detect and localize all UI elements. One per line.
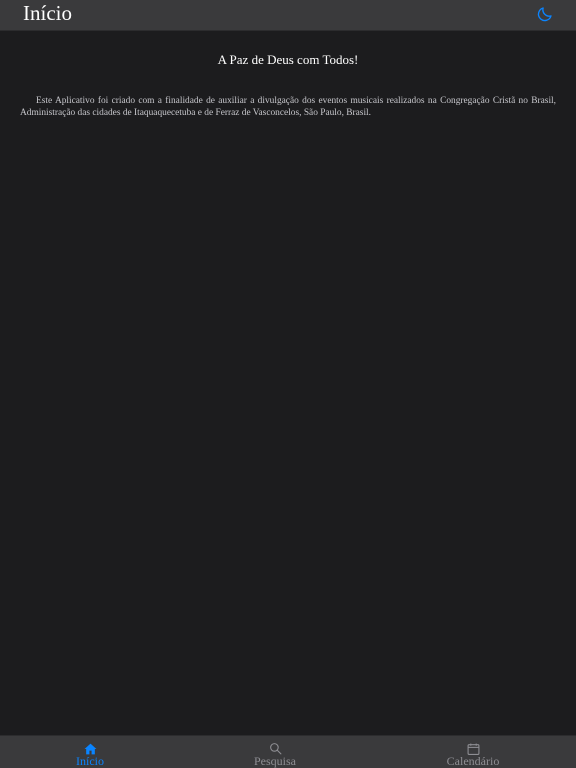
page-title: Início xyxy=(23,1,72,25)
main-content: A Paz de Deus com Todos! Este Aplicativo… xyxy=(0,32,576,735)
tab-label: Calendário xyxy=(446,754,500,768)
moon-icon xyxy=(537,7,552,22)
tab-bar: Início Pesquisa Calendário xyxy=(0,735,576,768)
tab-label: Pesquisa xyxy=(254,754,296,768)
navigation-bar: Início xyxy=(0,0,576,31)
greeting-heading: A Paz de Deus com Todos! xyxy=(217,52,359,67)
tab-inicio[interactable]: Início xyxy=(0,736,180,768)
app-description: Este Aplicativo foi criado com a finalid… xyxy=(20,96,556,118)
tab-calendario[interactable]: Calendário xyxy=(370,736,576,768)
theme-toggle-button[interactable] xyxy=(534,3,556,25)
app-screen: Início A Paz de Deus com Todos! Este Apl… xyxy=(0,0,576,768)
tab-pesquisa[interactable]: Pesquisa xyxy=(180,736,370,768)
tab-label: Início xyxy=(76,754,104,768)
